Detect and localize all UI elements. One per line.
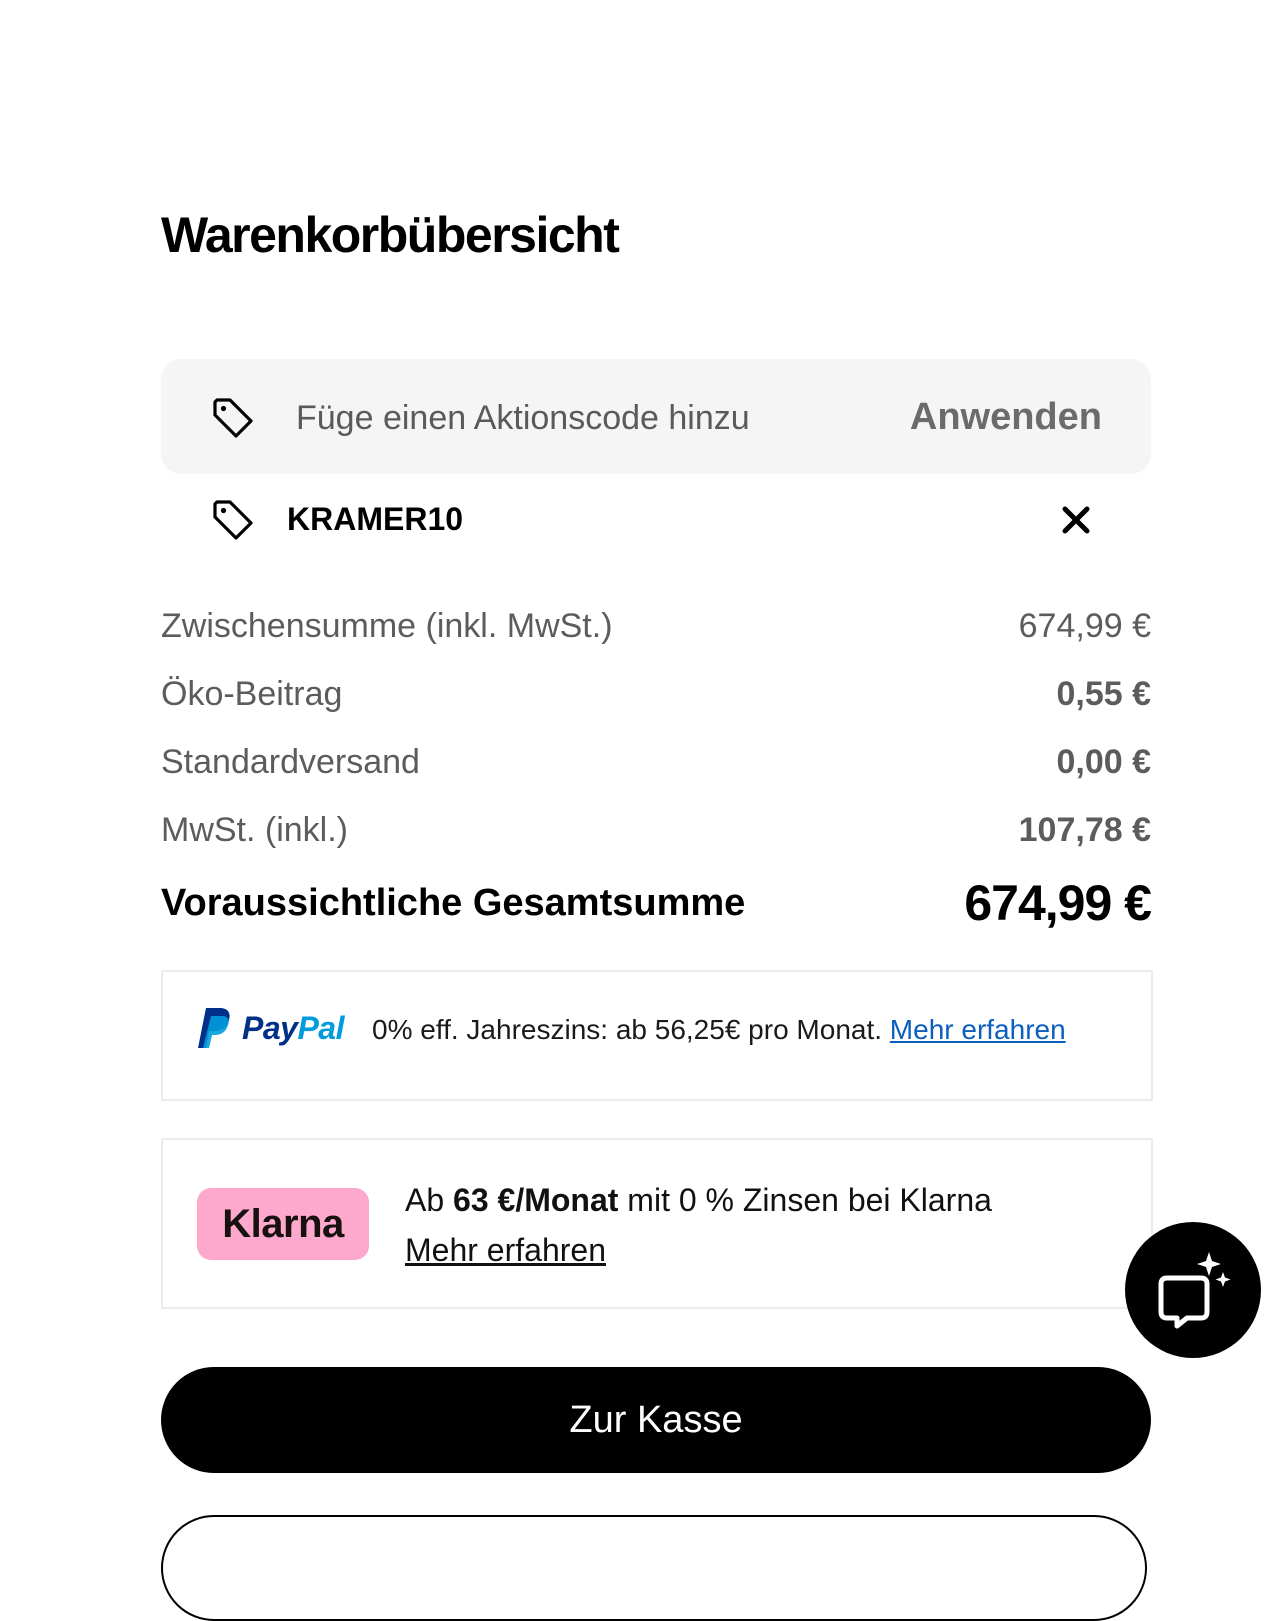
promo-code-input[interactable] bbox=[290, 392, 862, 444]
summary-label: MwSt. (inkl.) bbox=[161, 810, 348, 849]
klarna-logo: Klarna bbox=[197, 1188, 369, 1260]
secondary-payment-button[interactable] bbox=[161, 1515, 1147, 1621]
summary-row-eco-fee: Öko-Beitrag 0,55 € bbox=[161, 669, 1151, 719]
summary-row-total: Voraussichtliche Gesamtsumme 674,99 € bbox=[161, 868, 1152, 938]
summary-label: Standardversand bbox=[161, 742, 420, 781]
apply-promo-button[interactable]: Anwenden bbox=[880, 389, 1110, 445]
total-label: Voraussichtliche Gesamtsumme bbox=[161, 881, 746, 924]
chat-sparkle-icon bbox=[1158, 1252, 1231, 1329]
summary-value: 107,78 € bbox=[1018, 810, 1151, 849]
page-title: Warenkorbübersicht bbox=[161, 207, 620, 263]
total-value: 674,99 € bbox=[964, 875, 1152, 931]
applied-tag-icon bbox=[211, 498, 255, 542]
remove-promo-button[interactable] bbox=[1056, 500, 1096, 540]
summary-label: Zwischensumme (inkl. MwSt.) bbox=[161, 606, 613, 645]
klarna-message: Ab 63 €/Monat mit 0 % Zinsen bei Klarna bbox=[405, 1178, 992, 1222]
summary-label: Öko-Beitrag bbox=[161, 674, 343, 713]
tag-icon bbox=[211, 396, 255, 440]
summary-row-vat: MwSt. (inkl.) 107,78 € bbox=[161, 805, 1151, 855]
chat-assistant-button[interactable] bbox=[1125, 1222, 1261, 1358]
klarna-text-suffix: mit 0 % Zinsen bei Klarna bbox=[627, 1182, 992, 1218]
klarna-learn-more-link[interactable]: Mehr erfahren bbox=[405, 1228, 606, 1272]
klarna-text-prefix: Ab bbox=[405, 1182, 445, 1218]
summary-value: 674,99 € bbox=[1018, 606, 1151, 645]
paypal-p-icon bbox=[196, 1006, 232, 1050]
summary-value: 0,00 € bbox=[1056, 742, 1151, 781]
applied-promo-code: KRAMER10 bbox=[287, 501, 464, 537]
close-icon bbox=[1062, 506, 1090, 534]
klarna-text-amount: 63 €/Monat bbox=[453, 1182, 619, 1218]
summary-row-shipping: Standardversand 0,00 € bbox=[161, 737, 1151, 787]
paypal-message: 0% eff. Jahreszins: ab 56,25€ pro Monat.… bbox=[372, 1010, 1066, 1050]
paypal-learn-more-link[interactable]: Mehr erfahren bbox=[890, 1014, 1066, 1045]
paypal-logo: PayPal bbox=[196, 1005, 344, 1051]
summary-value: 0,55 € bbox=[1056, 674, 1151, 713]
paypal-message-text: 0% eff. Jahreszins: ab 56,25€ pro Monat. bbox=[372, 1014, 883, 1045]
paypal-wordmark: PayPal bbox=[242, 1009, 344, 1046]
checkout-button[interactable]: Zur Kasse bbox=[161, 1367, 1151, 1473]
summary-row-subtotal: Zwischensumme (inkl. MwSt.) 674,99 € bbox=[161, 601, 1151, 651]
